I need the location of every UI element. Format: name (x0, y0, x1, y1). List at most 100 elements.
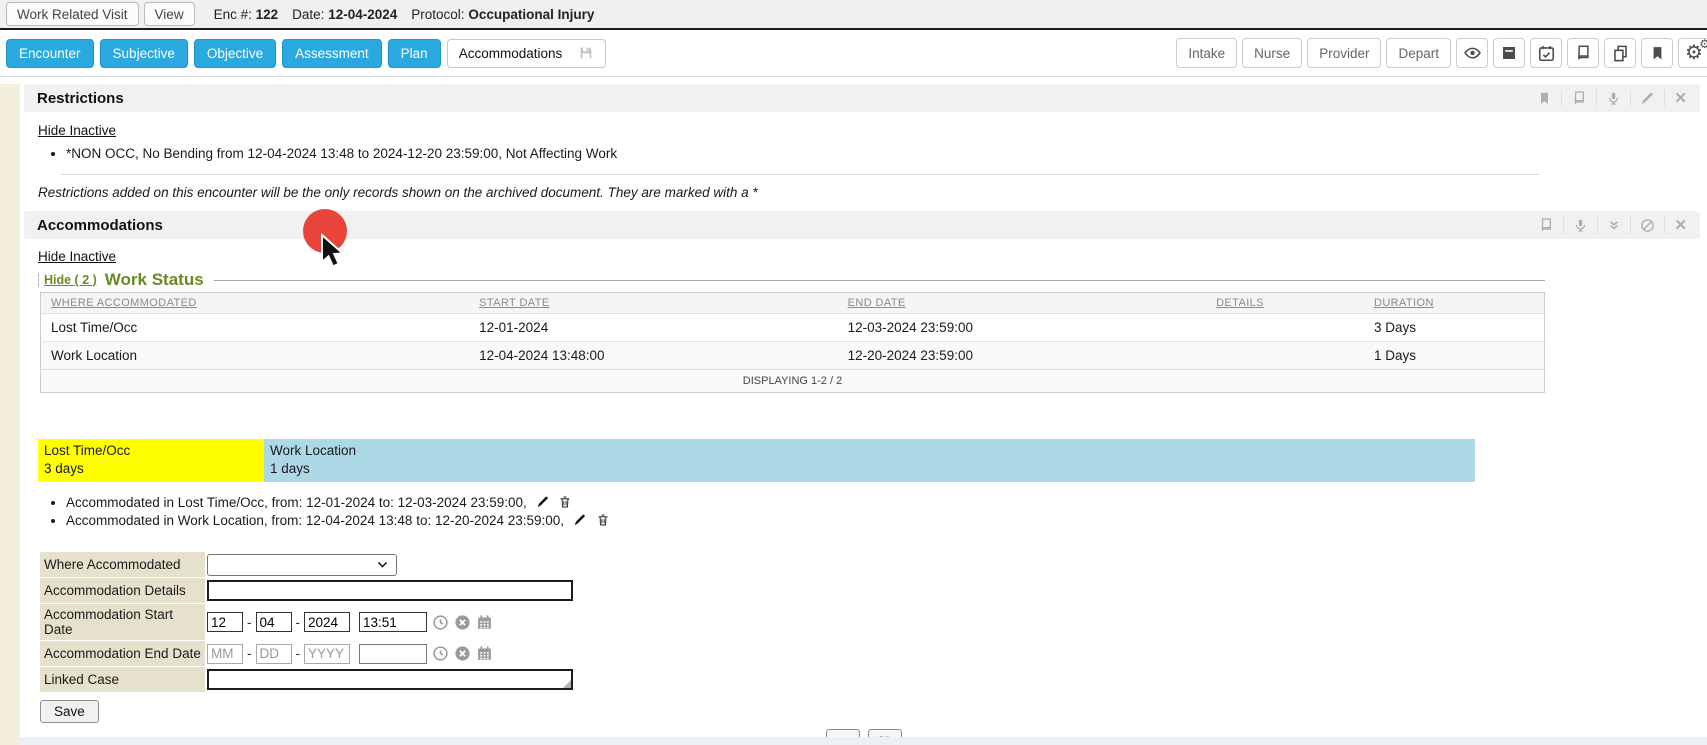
view-button[interactable]: View (144, 2, 195, 26)
accommodation-start-date-label: Accommodation Start Date (40, 604, 205, 640)
clear-icon[interactable] (454, 645, 471, 662)
restrictions-section-header: Restrictions ✕ (24, 84, 1700, 112)
calendar-icon[interactable] (476, 614, 493, 631)
book-icon[interactable] (1567, 38, 1599, 68)
accommodation-form: Where Accommodated Accommodation Details… (40, 552, 1707, 692)
encounter-protocol: Protocol: Occupational Injury (411, 7, 594, 22)
tab-objective[interactable]: Objective (194, 39, 276, 68)
tab-encounter[interactable]: Encounter (6, 39, 94, 68)
tab-assessment[interactable]: Assessment (282, 39, 382, 68)
save-icon[interactable] (578, 45, 594, 61)
end-day-input[interactable] (256, 644, 292, 664)
clear-icon[interactable] (454, 614, 471, 631)
end-year-input[interactable] (304, 644, 350, 664)
delete-icon[interactable] (558, 495, 572, 509)
work-status-table: WHERE ACCOMMODATED START DATE END DATE D… (40, 292, 1545, 393)
where-accommodated-select[interactable] (207, 554, 397, 576)
restrictions-header-icons: ✕ (1537, 89, 1687, 107)
linked-case-input[interactable] (207, 669, 573, 690)
restrictions-divider (60, 174, 1540, 175)
accommodations-hide-inactive-link[interactable]: Hide Inactive (38, 249, 116, 264)
col-end-date[interactable]: END DATE (838, 293, 1206, 314)
encounter-number: Enc #: 122 (214, 7, 279, 22)
timeline-segment-work-location[interactable]: Work Location 1 days (264, 439, 1475, 482)
close-icon[interactable]: ✕ (1674, 216, 1687, 234)
eye-icon[interactable] (1456, 38, 1488, 68)
calendar-check-icon[interactable] (1530, 38, 1562, 68)
list-item: Accommodated in Work Location, from: 12-… (66, 513, 1707, 528)
left-margin-strip (0, 84, 20, 745)
start-month-input[interactable] (207, 612, 243, 632)
end-month-input[interactable] (207, 644, 243, 664)
table-footer-row: DISPLAYING 1-2 / 2 (41, 370, 1545, 393)
chart-tab-bar: Encounter Subjective Objective Assessmen… (0, 30, 1707, 77)
accommodation-timeline: Lost Time/Occ 3 days Work Location 1 day… (38, 439, 1475, 482)
restriction-item: *NON OCC, No Bending from 12-04-2024 13:… (66, 146, 1707, 161)
work-status-title: Work Status (105, 270, 204, 290)
footer-strip (20, 737, 1707, 745)
close-icon[interactable]: ✕ (1674, 89, 1687, 107)
tab-subjective[interactable]: Subjective (100, 39, 188, 68)
depart-button[interactable]: Depart (1386, 38, 1451, 68)
accommodation-entries: Accommodated in Lost Time/Occ, from: 12-… (66, 495, 1707, 528)
restrictions-list: *NON OCC, No Bending from 12-04-2024 13:… (66, 146, 1707, 161)
table-header-row: WHERE ACCOMMODATED START DATE END DATE D… (41, 293, 1545, 314)
start-time-input[interactable] (359, 612, 427, 632)
settings-gears-icon[interactable]: ⚙⚙ (1678, 38, 1707, 68)
bookmark-icon[interactable] (1537, 91, 1552, 106)
tab-plan[interactable]: Plan (388, 39, 441, 68)
main-content: Restrictions ✕ Hide Inactive *NON OCC, N… (0, 84, 1707, 745)
paging-status: DISPLAYING 1-2 / 2 (41, 370, 1545, 393)
col-where-accommodated[interactable]: WHERE ACCOMMODATED (41, 293, 470, 314)
end-time-input[interactable] (359, 644, 427, 664)
col-duration[interactable]: DURATION (1364, 293, 1545, 314)
work-status-hide-link[interactable]: Hide ( 2 ) (38, 273, 97, 287)
microphone-icon[interactable] (1573, 218, 1588, 233)
restrictions-hide-inactive-link[interactable]: Hide Inactive (38, 123, 116, 138)
edit-icon[interactable] (536, 495, 550, 509)
block-icon[interactable] (1640, 218, 1655, 233)
table-row[interactable]: Lost Time/Occ 12-01-2024 12-03-2024 23:5… (41, 314, 1545, 342)
edit-icon[interactable] (573, 513, 587, 527)
microphone-icon[interactable] (1606, 91, 1621, 106)
legend-rule (214, 280, 1545, 281)
clock-icon[interactable] (432, 614, 449, 631)
col-start-date[interactable]: START DATE (469, 293, 837, 314)
work-status-legend: Hide ( 2 ) Work Status (38, 270, 1545, 290)
toolbar-right: Intake Nurse Provider Depart ⚙⚙ (1176, 38, 1701, 68)
timeline-segment-lost-time[interactable]: Lost Time/Occ 3 days (38, 439, 264, 482)
archive-icon[interactable] (1493, 38, 1525, 68)
resize-grip[interactable] (563, 680, 571, 688)
tab-accommodations-active[interactable]: Accommodations (447, 39, 607, 68)
nurse-button[interactable]: Nurse (1242, 38, 1302, 68)
encounter-date: Date: 12-04-2024 (292, 7, 397, 22)
restrictions-title: Restrictions (37, 90, 124, 107)
tab-accommodations-label: Accommodations (459, 46, 563, 61)
clock-icon[interactable] (432, 645, 449, 662)
table-row[interactable]: Work Location 12-04-2024 13:48:00 12-20-… (41, 342, 1545, 370)
linked-case-label: Linked Case (40, 667, 205, 692)
work-related-visit-button[interactable]: Work Related Visit (6, 2, 139, 26)
accommodations-title: Accommodations (37, 217, 163, 234)
restrictions-note: Restrictions added on this encounter wil… (38, 185, 1707, 200)
bookmark-icon[interactable] (1641, 38, 1673, 68)
start-day-input[interactable] (256, 612, 292, 632)
list-item: Accommodated in Lost Time/Occ, from: 12-… (66, 495, 1707, 510)
delete-icon[interactable] (596, 513, 610, 527)
accommodations-header-icons: ✕ (1538, 216, 1687, 234)
book-icon[interactable] (1571, 90, 1587, 106)
provider-button[interactable]: Provider (1307, 38, 1381, 68)
calendar-icon[interactable] (476, 645, 493, 662)
accommodation-end-date-label: Accommodation End Date (40, 641, 205, 666)
intake-button[interactable]: Intake (1176, 38, 1237, 68)
collapse-icon[interactable] (1607, 218, 1621, 232)
pencil-icon[interactable] (1640, 91, 1655, 106)
book-icon[interactable] (1538, 217, 1554, 233)
accommodations-section-header: Accommodations ✕ (24, 211, 1700, 239)
start-year-input[interactable] (304, 612, 350, 632)
chevron-down-icon (376, 558, 389, 571)
col-details[interactable]: DETAILS (1206, 293, 1364, 314)
save-button[interactable]: Save (40, 700, 99, 723)
accommodation-details-input[interactable] (207, 580, 573, 601)
copy-icon[interactable] (1604, 38, 1636, 68)
